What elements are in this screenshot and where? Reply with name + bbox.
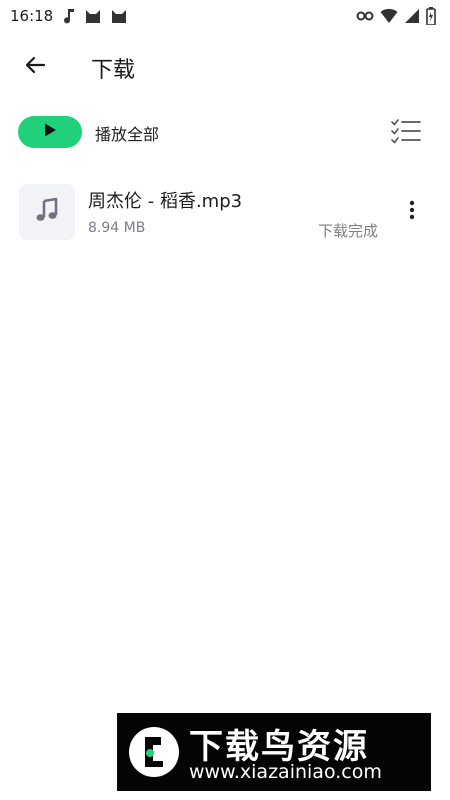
watermark: 下载鸟资源 www.xiazainiao.com [117,713,431,791]
vpn-key-icon [356,10,374,22]
wifi-icon [380,8,398,24]
play-all-label[interactable]: 播放全部 [95,121,159,145]
battery-icon [426,7,436,25]
play-icon [42,122,58,142]
download-status: 下载完成 [318,222,379,240]
page-title: 下载 [91,58,136,83]
app-bar: 下载 [0,42,450,92]
arrow-left-icon [23,53,47,81]
file-size: 8.94 MB [88,220,146,236]
status-time: 16:18 [10,7,54,25]
signal-icon [404,8,420,24]
song-title: 周杰伦 - 稻香.mp3 [88,191,243,212]
more-vertical-icon [409,200,415,224]
status-bar: 16:18 [0,0,450,32]
cat-icon [85,8,101,24]
multi-select-button[interactable] [388,116,424,148]
play-all-button[interactable] [18,116,82,148]
play-all-row: 播放全部 [0,110,450,154]
back-button[interactable] [18,50,52,84]
list-item[interactable]: 周杰伦 - 稻香.mp3 8.94 MB 下载完成 [0,176,450,248]
music-note-icon [63,8,75,24]
cat-icon [111,8,127,24]
more-options-button[interactable] [401,198,423,226]
music-note-icon [34,197,60,227]
song-thumbnail [19,184,75,240]
checklist-icon [388,119,424,152]
bird-logo-icon [127,725,181,779]
watermark-url: www.xiazainiao.com [189,761,382,783]
